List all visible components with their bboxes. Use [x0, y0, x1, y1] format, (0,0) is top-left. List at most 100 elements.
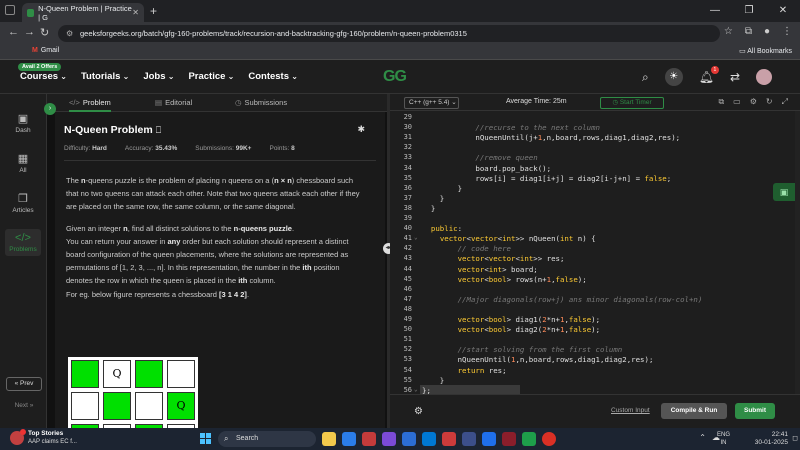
- notification-icon[interactable]: ◻: [792, 434, 798, 442]
- notification-count: 1: [710, 66, 719, 74]
- taskbar-app-icon[interactable]: [462, 432, 476, 446]
- divider: [64, 160, 376, 161]
- bookmark-icon[interactable]: ⎕: [156, 125, 161, 135]
- nav-courses[interactable]: Courses: [20, 71, 67, 82]
- language-indicator[interactable]: ENG IN: [717, 431, 730, 447]
- line-number: 53: [403, 355, 412, 364]
- address-bar[interactable]: ⚙ geeksforgeeks.org/batch/gfg-160-proble…: [58, 25, 720, 42]
- grid-icon: ▦: [17, 153, 29, 165]
- theme-toggle-icon[interactable]: ☀: [664, 68, 683, 86]
- reset-icon[interactable]: ↻: [766, 97, 773, 107]
- fullscreen-icon[interactable]: ⤢: [782, 97, 788, 107]
- taskbar-app-icon[interactable]: [522, 432, 536, 446]
- browser-tab[interactable]: N-Queen Problem | Practice | G ✕: [22, 3, 144, 22]
- nav-practice[interactable]: Practice: [188, 71, 234, 82]
- clock[interactable]: 22:41 30-01-2025: [755, 431, 788, 447]
- compile-run-button[interactable]: Compile & Run: [661, 403, 727, 419]
- code-editor[interactable]: 29 30 31 32 33 34 35 36 37 38 39 40 41 ⌄ 42 43 44 45 46 47 4…: [390, 111, 800, 394]
- chat-icon[interactable]: ▣: [773, 183, 795, 201]
- tab-search-icon[interactable]: [5, 5, 15, 15]
- nav-tutorials[interactable]: Tutorials: [81, 71, 129, 82]
- back-icon[interactable]: ←: [8, 26, 19, 38]
- menu-icon[interactable]: ⋮: [782, 26, 792, 37]
- avatar[interactable]: [756, 69, 772, 85]
- minimize-icon[interactable]: —: [698, 0, 732, 22]
- submit-button[interactable]: Submit: [735, 403, 775, 419]
- rail-item-all[interactable]: ▦ All: [5, 152, 41, 174]
- tab-editorial[interactable]: ▤ Editorial: [155, 98, 192, 107]
- windows-start-icon[interactable]: [200, 433, 212, 445]
- taskbar-app-icon[interactable]: [502, 432, 516, 446]
- line-number: 46: [403, 284, 412, 293]
- browser-nav-bar: ← → ↻ ⚙ geeksforgeeks.org/batch/gfg-160-…: [0, 22, 800, 44]
- queen-cell: Q: [103, 360, 131, 388]
- nav-jobs[interactable]: Jobs: [143, 71, 174, 82]
- forward-icon[interactable]: →: [24, 26, 35, 38]
- tab-problem[interactable]: </> Problem: [69, 98, 111, 112]
- site-info-icon[interactable]: ⚙: [66, 25, 73, 42]
- close-icon[interactable]: ✕: [766, 0, 800, 22]
- report-bug-icon[interactable]: ✱: [357, 124, 365, 135]
- average-time: Average Time: 25m: [506, 98, 567, 105]
- maximize-icon[interactable]: ❐: [732, 0, 766, 22]
- rail-item-dash[interactable]: ▣ Dash: [5, 112, 41, 134]
- tab-close-icon[interactable]: ✕: [132, 8, 139, 17]
- gear-icon[interactable]: ⚙: [414, 406, 423, 417]
- extensions-icon[interactable]: ⧉: [745, 26, 752, 37]
- editor-scrollbar[interactable]: [795, 111, 800, 394]
- rail-item-problems[interactable]: </> Problems: [5, 229, 41, 256]
- all-bookmarks-button[interactable]: ▭ All Bookmarks: [739, 47, 792, 55]
- code-line: board.pop_back();: [422, 163, 552, 173]
- save-icon[interactable]: ▭: [733, 97, 741, 107]
- fold-chevron-icon[interactable]: ⌄: [414, 386, 418, 393]
- taskbar-app-icon[interactable]: [342, 432, 356, 446]
- taskbar-app-icon[interactable]: [442, 432, 456, 446]
- offers-badge[interactable]: Avail 2 Offers: [18, 63, 62, 71]
- book-icon: ❐: [18, 193, 28, 205]
- language-select[interactable]: C++ (g++ 5.4) ⌄: [404, 97, 459, 109]
- code-line: vector<vector<int>> nQueen(int n) {: [439, 234, 596, 244]
- taskbar-app-icon[interactable]: [382, 432, 396, 446]
- taskbar-app-icon[interactable]: [482, 432, 496, 446]
- taskbar-app-icon[interactable]: [322, 432, 336, 446]
- collapse-chevron-icon[interactable]: ›: [44, 103, 56, 115]
- bookmark-gmail[interactable]: M Gmail: [32, 47, 59, 54]
- profile-icon[interactable]: ●: [764, 26, 770, 37]
- line-number: 55: [403, 375, 412, 384]
- nav-contests[interactable]: Contests: [248, 71, 298, 82]
- taskbar-app-icon[interactable]: [542, 432, 556, 446]
- paragraph-3: You can return your answer in any order …: [66, 236, 349, 286]
- tab-submissions[interactable]: ◷ Submissions: [235, 98, 287, 107]
- custom-input-link[interactable]: Custom Input: [611, 407, 650, 414]
- search-icon[interactable]: ⌕: [642, 70, 649, 85]
- code-line: };: [422, 385, 431, 394]
- time: 22:41: [771, 431, 788, 438]
- bell-icon[interactable]: 🔔︎ 1: [699, 66, 719, 84]
- settings-icon[interactable]: ⚙: [750, 97, 757, 107]
- line-number: 56: [403, 385, 412, 394]
- switch-icon[interactable]: ⇄: [730, 70, 740, 84]
- taskbar-app-icon[interactable]: [362, 432, 376, 446]
- rail-item-articles[interactable]: ❐ Articles: [5, 192, 41, 214]
- star-icon[interactable]: ☆: [724, 26, 733, 37]
- copy-icon[interactable]: ⧉: [718, 97, 724, 107]
- taskbar-app-icon[interactable]: [402, 432, 416, 446]
- problem-description: The n-queens puzzle is the problem of pl…: [66, 174, 366, 309]
- start-timer-button[interactable]: ◷ Start Timer: [600, 97, 664, 109]
- code-line: }: [422, 183, 463, 193]
- gfg-favicon-icon: [27, 8, 35, 17]
- fold-chevron-icon[interactable]: ⌄: [414, 234, 418, 241]
- line-number: 43: [403, 254, 412, 263]
- taskbar-app-icon[interactable]: [422, 432, 436, 446]
- paragraph-4: For eg. below figure represents a chessb…: [66, 289, 250, 299]
- reload-icon[interactable]: ↻: [40, 26, 49, 39]
- news-widget[interactable]: Top Stories AAP claims EC f...: [10, 429, 77, 446]
- line-number: 50: [403, 325, 412, 334]
- prev-button[interactable]: « Prev: [6, 377, 42, 391]
- chevron-up-icon[interactable]: ⌃: [699, 433, 706, 442]
- url-text: geeksforgeeks.org/batch/gfg-160-problems…: [80, 29, 467, 38]
- taskbar-search[interactable]: ⌕ Search: [218, 431, 316, 447]
- gfg-logo[interactable]: GG: [383, 68, 407, 86]
- next-button[interactable]: Next »: [6, 399, 42, 413]
- new-tab-button[interactable]: +: [150, 4, 157, 18]
